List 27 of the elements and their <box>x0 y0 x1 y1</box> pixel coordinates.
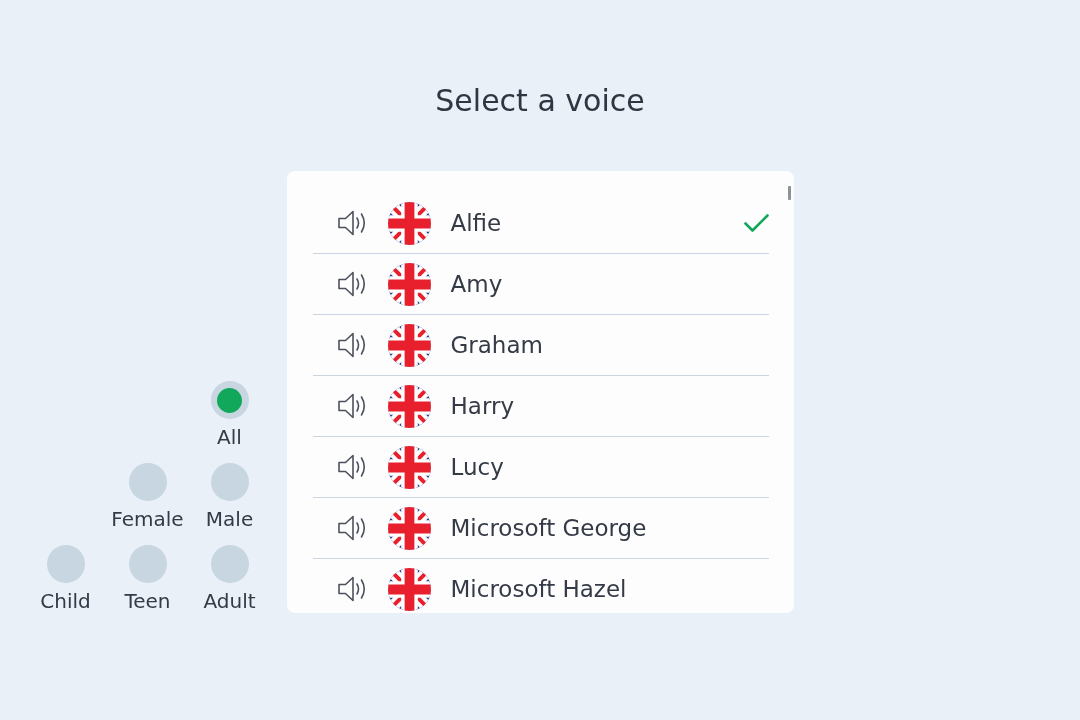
voice-option[interactable]: Graham <box>312 315 769 376</box>
voice-option[interactable]: Amy <box>312 254 769 315</box>
speaker-icon[interactable] <box>337 393 368 419</box>
union-flag-icon <box>387 445 431 489</box>
union-flag-icon <box>387 262 431 306</box>
voice-option[interactable]: Microsoft George <box>312 498 769 559</box>
speaker-icon[interactable] <box>337 210 368 236</box>
speaker-icon[interactable] <box>337 454 368 480</box>
filter-option[interactable]: Child <box>24 545 107 613</box>
voice-option[interactable]: Harry <box>312 376 769 437</box>
filter-option[interactable]: All <box>188 381 271 449</box>
page-title: Select a voice <box>435 82 645 119</box>
filter-option[interactable]: Teen <box>106 545 189 613</box>
union-flag-icon <box>387 201 431 245</box>
speaker-icon[interactable] <box>337 576 368 602</box>
speaker-icon[interactable] <box>337 271 368 297</box>
speaker-icon[interactable] <box>337 515 368 541</box>
union-flag-icon <box>387 506 431 550</box>
union-flag-icon <box>387 323 431 367</box>
filter-option[interactable]: Adult <box>188 545 271 613</box>
union-flag-icon <box>387 384 431 428</box>
voice-option[interactable]: Lucy <box>312 437 769 498</box>
speaker-icon[interactable] <box>337 332 368 358</box>
scrollbar-thumb[interactable] <box>787 186 791 200</box>
voice-option[interactable]: Microsoft Hazel <box>312 559 769 613</box>
filter-option[interactable]: Male <box>188 463 271 531</box>
filter-option[interactable]: Female <box>106 463 189 531</box>
